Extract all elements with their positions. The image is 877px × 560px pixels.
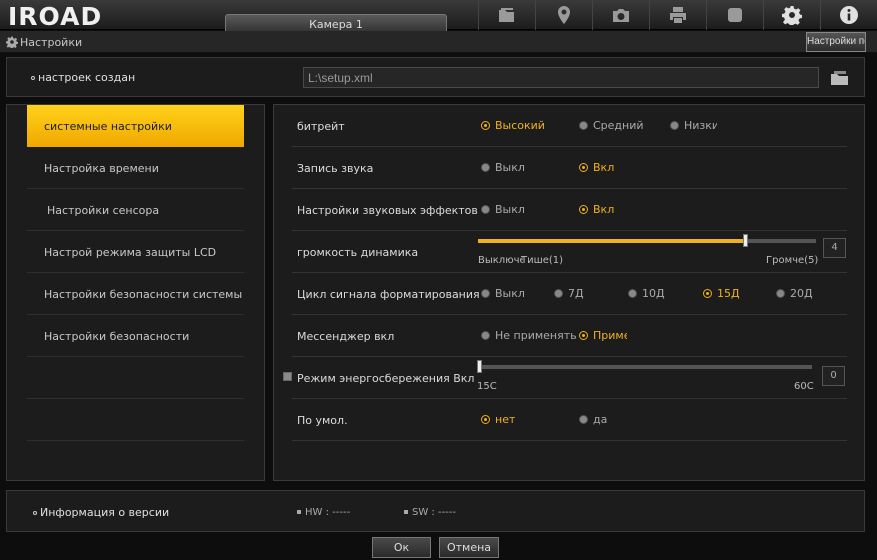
settings-button[interactable] (763, 0, 820, 30)
menu-item-empty (27, 399, 244, 441)
audio-row: Запись звука Выкл Вкл (292, 147, 847, 189)
settings-title-bar: Настройки Настройки по умол. (0, 31, 877, 53)
memory-card-button[interactable] (706, 0, 763, 30)
location-pin-icon (558, 6, 570, 24)
camera-icon (613, 9, 629, 22)
power-save-label: Режим энергосбережения Вкл (297, 372, 475, 385)
sound-fx-off-radio[interactable]: Выкл (481, 203, 525, 216)
messenger-row: Мессенджер вкл Не применять Применять (292, 315, 847, 357)
volume-loud-label: Громче(5) (766, 255, 819, 266)
bitrate-high-radio[interactable]: Высокий (481, 119, 545, 132)
power-save-checkbox[interactable] (283, 372, 292, 381)
version-label: Информация о версии (33, 506, 169, 519)
version-panel: Информация о версии HW : ----- SW : ----… (6, 490, 865, 532)
format-7d-radio[interactable]: 7Д (554, 287, 584, 300)
setup-file-panel: настроек создан L:\setup.xml (6, 57, 865, 97)
folder-icon (499, 8, 514, 22)
bullet-icon (31, 76, 35, 80)
bitrate-row: битрейт Высокий Средний Низкий (292, 105, 847, 147)
menu-item-sensor[interactable]: Настройки сенсора (27, 189, 244, 231)
info-icon (840, 6, 858, 24)
menu-item-system-security[interactable]: Настройки безопасности системы (27, 273, 244, 315)
map-button[interactable] (535, 0, 592, 30)
power-save-max-label: 60С (794, 381, 814, 392)
menu-item-empty (27, 357, 244, 399)
cancel-button[interactable]: Отмена (439, 537, 499, 558)
sw-version: SW : ----- (404, 507, 456, 518)
format-10d-radio[interactable]: 10Д (628, 287, 665, 300)
default-settings-button[interactable]: Настройки по умол. (806, 32, 866, 52)
default-no-radio[interactable]: нет (481, 413, 515, 426)
bitrate-label: битрейт (297, 120, 345, 133)
bullet-icon (33, 511, 37, 515)
menu-item-security[interactable]: Настройки безопасности (27, 315, 244, 357)
format-cycle-row: Цикл сигнала форматирования SD-карты Вык… (292, 273, 847, 315)
folder-icon[interactable] (829, 68, 851, 88)
messenger-label: Мессенджер вкл (297, 330, 395, 343)
snapshot-button[interactable] (592, 0, 649, 30)
sd-card-icon (728, 8, 742, 22)
menu-item-time[interactable]: Настройка времени (27, 147, 244, 189)
settings-main-panel: битрейт Высокий Средний Низкий Запись зв… (273, 104, 865, 481)
volume-slider-handle[interactable] (743, 234, 748, 247)
setup-path-field[interactable]: L:\setup.xml (303, 67, 819, 88)
app-logo: IROAD (8, 2, 103, 31)
default-label: По умол. (297, 414, 348, 427)
sound-fx-label: Настройки звуковых эффектов (297, 204, 478, 217)
top-bar: IROAD Камера 1 (0, 0, 877, 32)
volume-value: 4 (823, 238, 846, 258)
power-save-slider[interactable] (477, 360, 812, 373)
open-files-button[interactable] (478, 0, 535, 30)
print-button[interactable] (649, 0, 706, 30)
power-save-row: Режим энергосбережения Вкл 15С 60С 0 (292, 357, 847, 399)
bitrate-medium-radio[interactable]: Средний (579, 119, 644, 132)
power-save-slider-handle[interactable] (477, 360, 482, 373)
volume-label: громкость динамика (297, 246, 419, 259)
power-save-value: 0 (822, 366, 845, 386)
volume-quiet-label: Тише(1) (521, 255, 564, 266)
gear-icon (782, 6, 802, 25)
default-row: По умол. нет да (292, 399, 847, 441)
audio-off-radio[interactable]: Выкл (481, 161, 525, 174)
audio-on-radio[interactable]: Вкл (579, 161, 614, 174)
messenger-on-radio[interactable]: Применять (579, 329, 627, 342)
info-button[interactable] (820, 0, 877, 30)
default-yes-radio[interactable]: да (579, 413, 607, 426)
menu-item-system[interactable]: системные настройки (27, 105, 244, 147)
ok-button[interactable]: Ок (372, 537, 431, 558)
power-save-min-label: 15С (477, 381, 497, 392)
format-20d-radio[interactable]: 20Д (776, 287, 813, 300)
setup-label: настроек создан (31, 71, 135, 84)
volume-off-label: Выключен (478, 255, 523, 266)
menu-item-lcd[interactable]: Настрой режима защиты LCD (27, 231, 244, 273)
printer-icon (670, 7, 686, 23)
page-title: Настройки (20, 36, 83, 49)
sound-fx-row: Настройки звуковых эффектов Выкл Вкл (292, 189, 847, 231)
audio-label: Запись звука (297, 162, 374, 175)
format-cycle-label: Цикл сигнала форматирования SD-карты (297, 288, 480, 301)
settings-menu: системные настройки Настройка времени На… (6, 104, 265, 481)
hw-version: HW : ----- (297, 507, 350, 518)
bitrate-low-radio[interactable]: Низкий (670, 119, 717, 132)
camera-tab[interactable]: Камера 1 (225, 14, 447, 32)
top-toolbar (478, 0, 877, 30)
gear-icon (6, 36, 18, 48)
volume-row: громкость динамика Выключен Тише(1) Гром… (292, 231, 847, 273)
messenger-off-radio[interactable]: Не применять (481, 329, 577, 342)
sound-fx-on-radio[interactable]: Вкл (579, 203, 614, 216)
format-15d-radio[interactable]: 15Д (703, 287, 740, 300)
format-off-radio[interactable]: Выкл (481, 287, 525, 300)
volume-slider[interactable] (478, 234, 816, 247)
